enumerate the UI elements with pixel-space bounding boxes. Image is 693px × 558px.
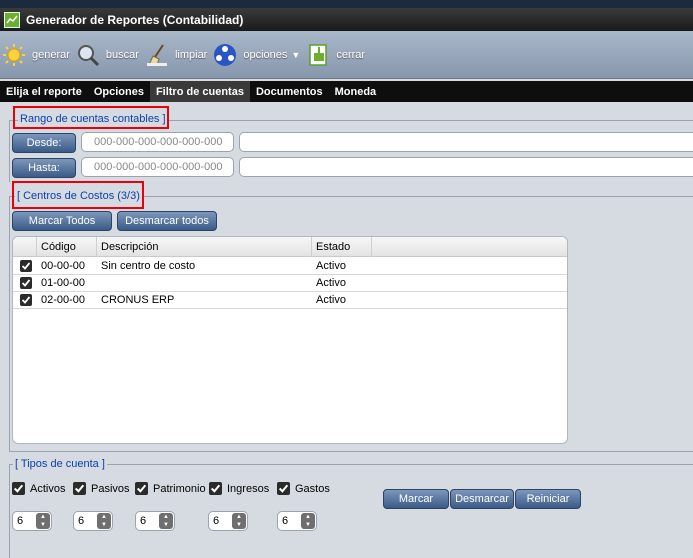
tipos-group — [9, 464, 693, 558]
opciones-label: opciones — [243, 48, 288, 61]
spinner-value: 6 — [213, 515, 220, 527]
ingresos-label: Ingresos — [227, 482, 270, 495]
magnifier-icon — [76, 43, 100, 67]
hasta-description-field[interactable] — [239, 157, 693, 177]
gastos-checkbox[interactable]: Gastos — [277, 482, 330, 495]
tipos-legend: [ Tipos de cuenta ] — [13, 458, 107, 470]
patrimonio-checkbox[interactable]: Patrimonio — [135, 482, 206, 495]
spinner-arrows-icon[interactable]: ▲ ▼ — [97, 513, 111, 529]
cell-estado: Activo — [316, 277, 346, 289]
spinner-value: 6 — [140, 515, 147, 527]
tab-opciones[interactable]: Opciones — [88, 81, 150, 102]
options-icon — [213, 43, 237, 67]
limpiar-label: limpiar — [174, 48, 208, 61]
generar-button[interactable]: generar — [2, 43, 70, 67]
table-row[interactable]: 00-00-00 Sin centro de costo Activo — [13, 258, 567, 275]
title-bar: Generador de Reportes (Contabilidad) — [0, 8, 693, 31]
cell-codigo: 00-00-00 — [41, 260, 86, 272]
sun-icon — [2, 43, 26, 67]
cell-codigo: 02-00-00 — [41, 294, 86, 306]
chevron-down-icon: ▼ — [291, 49, 301, 60]
column-codigo[interactable]: Código — [37, 237, 97, 257]
spinner-value: 6 — [78, 515, 85, 527]
tab-moneda[interactable]: Moneda — [329, 81, 383, 102]
toolbar: generar buscar limpiar opciones ▼ cerrar — [0, 31, 693, 79]
cell-descripcion: Sin centro de costo — [101, 260, 196, 272]
pasivos-label: Pasivos — [91, 482, 130, 495]
cell-descripcion: CRONUS ERP — [101, 294, 175, 306]
ingresos-checkbox[interactable]: Ingresos — [209, 482, 269, 495]
check-icon — [277, 482, 290, 495]
tab-documentos[interactable]: Documentos — [250, 81, 329, 102]
tab-elija-el-reporte[interactable]: Elija el reporte — [0, 81, 88, 102]
spinner-arrows-icon[interactable]: ▲ ▼ — [36, 513, 50, 529]
spinner-value: 6 — [282, 515, 289, 527]
patrimonio-level-spinner[interactable]: 6 ▲ ▼ — [135, 511, 175, 531]
ingresos-level-spinner[interactable]: 6 ▲ ▼ — [208, 511, 248, 531]
buscar-label: buscar — [105, 48, 139, 61]
cerrar-button[interactable]: cerrar — [306, 43, 365, 67]
column-check — [13, 237, 37, 257]
buscar-button[interactable]: buscar — [76, 43, 139, 67]
activos-checkbox[interactable]: Activos — [12, 482, 65, 495]
spinner-arrows-icon[interactable]: ▲ ▼ — [159, 513, 173, 529]
hasta-label: Hasta: — [12, 158, 76, 178]
opciones-button[interactable]: opciones ▼ — [213, 43, 300, 67]
window-title: Generador de Reportes (Contabilidad) — [26, 12, 244, 27]
exit-icon — [306, 43, 330, 67]
check-icon — [209, 482, 222, 495]
generar-label: generar — [32, 48, 70, 61]
centros-table: Código Descripción Estado 00-00-00 Sin c… — [12, 236, 568, 444]
cell-estado: Activo — [316, 294, 346, 306]
desde-field[interactable]: 000-000-000-000-000-000 — [81, 132, 234, 152]
centros-highlight — [12, 181, 144, 209]
hasta-field[interactable]: 000-000-000-000-000-000 — [81, 157, 234, 177]
spinner-arrows-icon[interactable]: ▲ ▼ — [232, 513, 246, 529]
activos-level-spinner[interactable]: 6 ▲ ▼ — [12, 511, 52, 531]
menu-bar: Elija el reporte Opciones Filtro de cuen… — [0, 81, 693, 102]
cell-estado: Activo — [316, 260, 346, 272]
column-descripcion[interactable]: Descripción — [97, 237, 312, 257]
patrimonio-label: Patrimonio — [153, 482, 206, 495]
desmarcar-button[interactable]: Desmarcar — [450, 489, 514, 509]
chart-icon — [4, 11, 20, 28]
desmarcar-todos-button[interactable]: Desmarcar todos — [117, 211, 217, 231]
reiniciar-button[interactable]: Reiniciar — [515, 489, 581, 509]
pasivos-checkbox[interactable]: Pasivos — [73, 482, 130, 495]
check-icon — [135, 482, 148, 495]
top-strip — [0, 0, 693, 8]
check-icon — [12, 482, 25, 495]
row-checkbox[interactable] — [20, 260, 32, 272]
row-checkbox[interactable] — [20, 277, 32, 289]
check-icon — [73, 482, 86, 495]
spinner-value: 6 — [17, 515, 24, 527]
cerrar-label: cerrar — [336, 48, 366, 61]
cell-codigo: 01-00-00 — [41, 277, 86, 289]
marcar-todos-button[interactable]: Marcar Todos — [12, 211, 112, 231]
pasivos-level-spinner[interactable]: 6 ▲ ▼ — [73, 511, 113, 531]
spinner-arrows-icon[interactable]: ▲ ▼ — [301, 513, 315, 529]
tipos-legend-text: [ Tipos de cuenta ] — [15, 458, 105, 470]
limpiar-button[interactable]: limpiar — [145, 43, 207, 67]
table-row[interactable]: 02-00-00 CRONUS ERP Activo — [13, 292, 567, 309]
marcar-button[interactable]: Marcar — [383, 489, 449, 509]
desde-label: Desde: — [12, 133, 76, 153]
rango-highlight — [13, 106, 169, 129]
desde-description-field[interactable] — [239, 132, 693, 152]
activos-label: Activos — [30, 482, 66, 495]
gastos-label: Gastos — [295, 482, 330, 495]
table-header: Código Descripción Estado — [13, 237, 567, 257]
broom-icon — [145, 43, 169, 67]
table-row[interactable]: 01-00-00 Activo — [13, 275, 567, 292]
column-estado[interactable]: Estado — [312, 237, 372, 257]
tab-filtro-de-cuentas[interactable]: Filtro de cuentas — [149, 81, 250, 102]
gastos-level-spinner[interactable]: 6 ▲ ▼ — [277, 511, 317, 531]
row-checkbox[interactable] — [20, 294, 32, 306]
